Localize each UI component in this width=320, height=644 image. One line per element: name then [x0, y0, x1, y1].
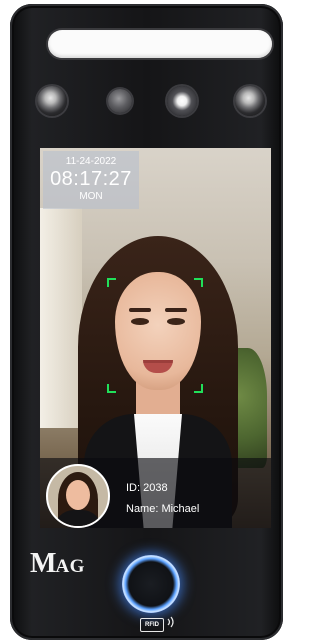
ir-sensor-icon	[235, 86, 265, 116]
face-frame-corner-tr	[194, 278, 203, 287]
fill-light-bar	[48, 30, 272, 58]
user-name: Name: Michael	[126, 503, 200, 515]
rfid-wave-icon	[167, 616, 174, 628]
avatar	[46, 464, 110, 528]
mouth	[143, 360, 173, 373]
day-label: MON	[79, 191, 103, 202]
background-wall	[40, 208, 82, 428]
user-id: ID: 2038	[126, 482, 168, 494]
brand-logo-rest: AG	[55, 556, 85, 577]
left-brow	[129, 308, 151, 312]
face-frame-corner-br	[194, 384, 203, 393]
brand-logo: MAG	[30, 548, 120, 579]
right-brow	[165, 308, 187, 312]
light-sensor-icon	[167, 86, 197, 116]
ir-sensor-icon	[37, 86, 67, 116]
avatar-face	[66, 480, 90, 510]
recognition-result-panel: ID: 2038 Name: Michael	[40, 458, 271, 528]
datetime-panel: 11-24-2022 08:17:27 MON	[43, 151, 139, 209]
rfid-label: RFID	[140, 618, 164, 632]
fingerprint-scan-ring-icon[interactable]	[122, 555, 180, 613]
face-frame-corner-bl	[107, 384, 116, 393]
display-screen: 11-24-2022 08:17:27 MON ID: 2038 Name: M…	[40, 148, 271, 528]
camera-lens-icon	[108, 89, 132, 113]
time-label: 08:17:27	[50, 168, 132, 190]
brand-logo-m: M	[30, 548, 56, 579]
left-eye	[131, 318, 149, 325]
right-eye	[167, 318, 185, 325]
face-frame-corner-tl	[107, 278, 116, 287]
date-label: 11-24-2022	[65, 156, 117, 167]
